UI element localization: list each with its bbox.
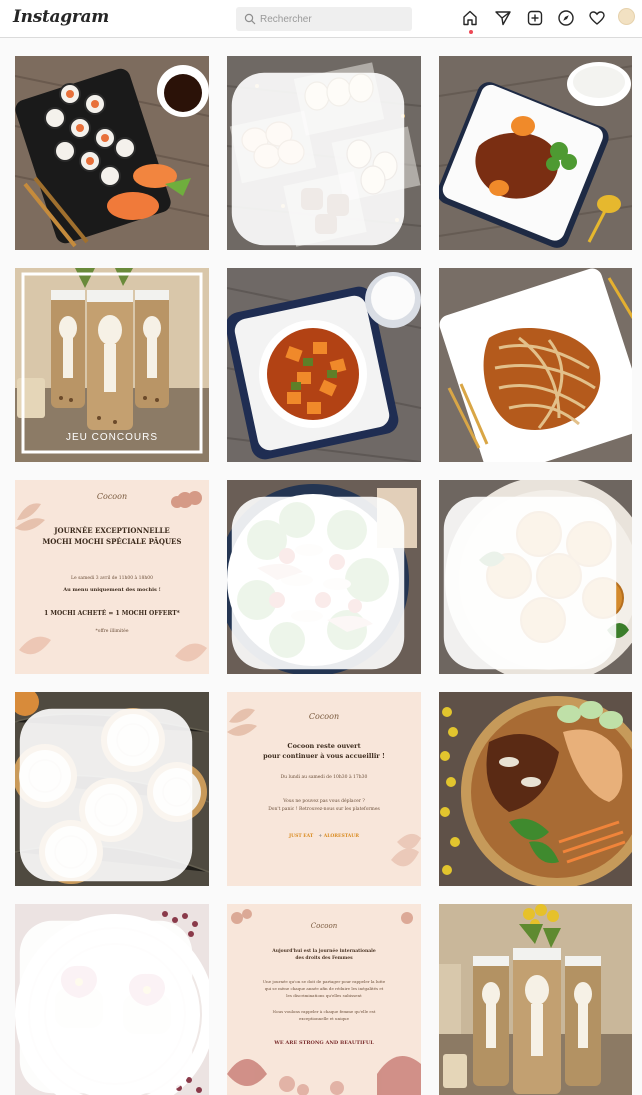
multiple-photos-icon [443, 496, 617, 670]
profile-avatar[interactable] [618, 8, 635, 25]
instagram-logo[interactable]: Instagram [13, 7, 109, 27]
poster-decoration [227, 692, 421, 886]
jeu-concours-caption: JEU CONCOURS [66, 432, 158, 443]
poster-title-1: JOURNÉE EXCEPTIONNELLE [54, 526, 170, 535]
post-tile[interactable]: Cocoon JOURNÉE EXCEPTIONNELLE MOCHI MOCH… [15, 480, 209, 674]
partner-alorestaur: ALORESTAUR [323, 834, 359, 839]
post-tile[interactable] [439, 268, 632, 462]
poster-title-1: Cocoon reste ouvert [287, 742, 361, 750]
post-image-vegetable-curry [227, 268, 421, 462]
home-icon[interactable] [461, 9, 479, 27]
poster-line-1: Du lundi au samedi de 10h30 à 17h30 [280, 775, 368, 780]
poster-decoration [227, 904, 421, 1095]
poster-line-1: Une journée qu'on se doit de partager po… [262, 979, 386, 984]
poster-title-2: des droits des Femmes [295, 956, 353, 961]
poster-title-1: Aujourd'hui est la journée international… [272, 949, 376, 954]
poster-title-2: MOCHI MOCHI SPÉCIALE PÂQUES [42, 537, 182, 546]
multiple-photos-icon [19, 920, 193, 1094]
post-image-beef-stew [439, 56, 632, 250]
poster-line-5: exceptionnelle et unique [299, 1016, 349, 1021]
new-post-icon[interactable] [526, 9, 544, 27]
poster-closing: WE ARE STRONG AND BEAUTIFUL [274, 1040, 374, 1046]
poster-line-2: Au menu uniquement des mochis ! [63, 587, 161, 593]
multiple-photos-icon [231, 72, 405, 246]
post-tile[interactable]: JEU CONCOURS [15, 268, 209, 462]
multiple-photos-icon [19, 708, 193, 882]
post-tile[interactable] [15, 692, 209, 886]
poster-line-4: *offre illimitée [95, 629, 129, 634]
poster-partners: JUST EAT + ALORESTAUR [289, 834, 359, 839]
post-tile[interactable]: Cocoon Aujourd'hui est la journée intern… [227, 904, 421, 1095]
post-tile[interactable]: Cocoon Cocoon reste ouvert pour continue… [227, 692, 421, 886]
post-tile[interactable] [439, 480, 632, 674]
post-tile[interactable] [439, 692, 632, 886]
top-navigation-bar: Instagram [0, 0, 642, 38]
poster-brand: Cocoon [310, 922, 338, 930]
post-image-bulgogi-bowl [439, 692, 632, 886]
search-input[interactable] [260, 13, 400, 25]
poster-line-3: les discriminations qu'elles subissent [286, 993, 362, 998]
post-tile[interactable] [15, 56, 209, 250]
post-tile[interactable] [227, 56, 421, 250]
partner-just-eat: JUST EAT [289, 834, 314, 839]
post-image-bubble-tea: JEU CONCOURS [15, 268, 209, 462]
direct-icon[interactable] [494, 9, 512, 27]
poster-title-2: pour continuer à vous accueillir ! [263, 752, 385, 760]
activity-icon[interactable] [588, 9, 606, 27]
post-grid: JEU CONCOURS Cocoon JOURNÉE EXCEPTIONNEL… [15, 56, 632, 1095]
explore-icon[interactable] [557, 9, 575, 27]
post-tile[interactable] [439, 904, 632, 1095]
poster-line-2: qui se mène chaque année afin de réduire… [264, 986, 384, 991]
poster-line-4: Nous voulons rappeler à chaque femme qu'… [272, 1009, 376, 1014]
poster-brand: Cocoon [96, 492, 128, 501]
poster-line-3: 1 MOCHI ACHETÉ = 1 MOCHI OFFERT* [44, 610, 180, 617]
post-image-sushi [15, 56, 209, 250]
multiple-photos-icon [231, 496, 405, 670]
post-tile[interactable] [439, 56, 632, 250]
post-tile[interactable] [227, 480, 421, 674]
post-tile[interactable] [227, 268, 421, 462]
poster-line-3: Don't panic ! Retrouvez-nous sur les pla… [268, 807, 380, 812]
poster-line-1: Le samedi 3 avril de 11h00 à 18h00 [71, 576, 153, 581]
post-tile[interactable] [15, 904, 209, 1095]
post-image-stir-fried-noodles [439, 268, 632, 462]
notification-dot [469, 30, 473, 34]
poster-line-2: Vous ne pouvez pas vous déplacer ? [283, 799, 365, 804]
search-icon [244, 13, 256, 25]
search-box[interactable] [236, 7, 412, 31]
poster-brand: Cocoon [308, 712, 340, 721]
post-image-bubble-tea-2 [439, 904, 632, 1095]
